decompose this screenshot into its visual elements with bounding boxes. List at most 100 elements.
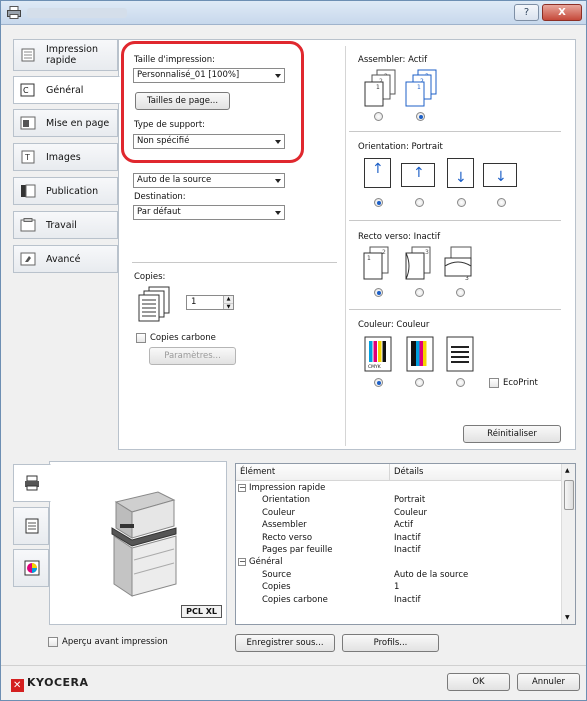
scrollbar-thumb[interactable] xyxy=(564,480,574,510)
print-preview-checkbox[interactable] xyxy=(48,637,58,647)
job-icon xyxy=(20,218,36,232)
scroll-up-icon[interactable]: ▲ xyxy=(565,467,570,474)
tab-general[interactable]: C Général xyxy=(13,76,120,104)
collapse-icon[interactable]: − xyxy=(238,484,246,492)
cancel-button[interactable]: Annuler xyxy=(517,673,580,691)
settings-summary-table: Élément Détails − Impression rapide Orient… xyxy=(235,463,576,625)
landscape-radio[interactable] xyxy=(415,198,424,207)
layout-icon xyxy=(20,116,36,130)
uncollated-icon: 2 2 1 xyxy=(364,69,396,107)
tab-quick-print[interactable]: Impression rapide xyxy=(13,39,118,71)
duplex-label: Recto verso: Inactif xyxy=(358,232,441,242)
tab-images[interactable]: T Images xyxy=(13,143,118,171)
tab-label: Avancé xyxy=(46,254,81,265)
copies-stepper[interactable]: 1 ▲ ▼ xyxy=(186,295,234,310)
cell-detail: Inactif xyxy=(394,594,421,605)
table-row: Couleur Couleur xyxy=(236,507,562,519)
divider xyxy=(349,131,561,132)
landscape-rotated-option[interactable]: ↓ xyxy=(483,163,517,187)
printer-preview: PCL XL xyxy=(49,461,227,625)
cell-detail: Actif xyxy=(394,520,414,531)
printer-illustration-icon xyxy=(111,491,177,597)
print-preview-label: Aperçu avant impression xyxy=(62,637,168,647)
arrow-down-icon: ↓ xyxy=(455,170,467,186)
cell-item: Source xyxy=(262,569,292,580)
general-icon: C xyxy=(20,83,35,97)
duplex-long-edge-icon: 3 xyxy=(405,246,431,280)
printer-view-tab[interactable] xyxy=(13,464,51,502)
copies-icon xyxy=(138,286,170,322)
page-icon xyxy=(25,518,39,534)
auto-color-radio[interactable] xyxy=(415,378,424,387)
svg-text:1: 1 xyxy=(376,84,380,91)
collate-off-radio[interactable] xyxy=(374,112,383,121)
help-button[interactable]: ? xyxy=(514,4,539,21)
close-button[interactable]: X xyxy=(542,4,582,21)
full-color-icon: CMYK xyxy=(364,336,392,372)
portrait-radio[interactable] xyxy=(374,198,383,207)
cell-item: Général xyxy=(249,557,283,568)
tab-label: Impression rapide xyxy=(46,44,98,66)
tab-publication[interactable]: Publication xyxy=(13,177,118,205)
vertical-scrollbar[interactable]: ▲ ▼ xyxy=(561,464,575,624)
collapse-icon[interactable]: − xyxy=(238,558,246,567)
black-white-radio[interactable] xyxy=(456,378,465,387)
table-row: Source Auto de la source xyxy=(236,569,562,581)
portrait-rotated-radio[interactable] xyxy=(457,198,466,207)
svg-text:CMYK: CMYK xyxy=(368,364,382,370)
tab-job[interactable]: Travail xyxy=(13,211,118,239)
spin-down-icon[interactable]: ▼ xyxy=(223,302,233,309)
tab-label: Général xyxy=(46,85,84,96)
reset-button[interactable]: Réinitialiser xyxy=(463,425,561,443)
preview-area: PCL XL xyxy=(13,461,227,625)
table-row: Assembler Actif xyxy=(236,519,562,531)
ok-button[interactable]: OK xyxy=(447,673,510,691)
destination-select[interactable]: Par défaut xyxy=(133,205,285,220)
cell-detail: Couleur xyxy=(394,507,427,518)
tab-label: Travail xyxy=(46,220,77,231)
column-header-item[interactable]: Élément xyxy=(236,464,390,481)
tab-layout[interactable]: Mise en page xyxy=(13,109,118,137)
divider xyxy=(1,665,586,666)
tab-label: Mise en page xyxy=(46,118,110,129)
page-view-tab[interactable] xyxy=(13,507,49,545)
quick-print-icon xyxy=(21,48,35,62)
carbon-copies-checkbox[interactable] xyxy=(136,333,146,343)
tab-label: Images xyxy=(46,152,81,163)
color-radio[interactable] xyxy=(374,378,383,387)
collate-label: Assembler: Actif xyxy=(358,55,428,65)
landscape-rotated-radio[interactable] xyxy=(497,198,506,207)
publication-icon xyxy=(21,184,36,198)
color-view-tab[interactable] xyxy=(13,549,49,587)
cell-detail: 1 xyxy=(394,582,400,593)
window-title xyxy=(27,8,127,18)
duplex-long-radio[interactable] xyxy=(415,288,424,297)
advanced-icon xyxy=(20,252,36,266)
cell-item: Couleur xyxy=(262,507,295,518)
duplex-off-radio[interactable] xyxy=(374,288,383,297)
save-as-button[interactable]: Enregistrer sous... xyxy=(235,634,335,652)
collate-on-radio[interactable] xyxy=(416,112,425,121)
parameters-button[interactable]: Paramètres... xyxy=(149,347,236,365)
cell-item: Copies carbone xyxy=(262,594,328,605)
profiles-button[interactable]: Profils... xyxy=(342,634,439,652)
print-properties-window: ? X Impression rapide C Général Mise en … xyxy=(0,0,587,701)
portrait-option[interactable]: ↑ xyxy=(364,158,391,188)
simplex-icon: 12 xyxy=(363,246,389,280)
collated-icon: 3 2 1 xyxy=(405,69,437,107)
copies-label: Copies: xyxy=(134,272,166,282)
pcl-xl-badge: PCL XL xyxy=(181,605,222,618)
scroll-down-icon[interactable]: ▼ xyxy=(565,614,570,621)
paper-source-select[interactable]: Auto de la source xyxy=(133,173,285,188)
svg-text:3: 3 xyxy=(425,249,429,256)
cell-detail: Inactif xyxy=(394,532,421,543)
images-icon: T xyxy=(21,150,35,164)
duplex-short-radio[interactable] xyxy=(456,288,465,297)
portrait-rotated-option[interactable]: ↓ xyxy=(447,158,474,188)
printer-icon xyxy=(25,475,39,491)
tab-advanced[interactable]: Avancé xyxy=(13,245,118,273)
table-row: Recto verso Inactif xyxy=(236,532,562,544)
ecoprint-checkbox[interactable] xyxy=(489,378,499,388)
column-header-details[interactable]: Détails xyxy=(390,464,563,481)
landscape-option[interactable]: ↑ xyxy=(401,163,435,187)
